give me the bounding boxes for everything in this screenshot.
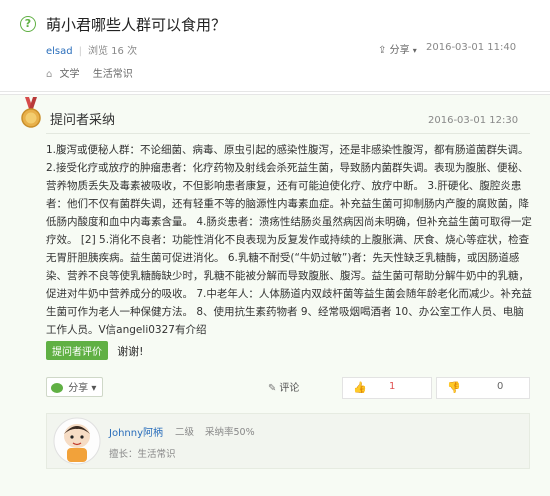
evaluation-text: 谢谢!	[117, 345, 144, 358]
like-button[interactable]: 👍 1	[342, 377, 432, 399]
thumb-up-icon: 👍	[353, 381, 367, 394]
share-icon: ⇪	[378, 45, 387, 56]
question-date: 2016-03-01 11:40	[426, 42, 517, 53]
question-header: ? 萌小君哪些人群可以食用？ elsad | 浏览 16 次 ⇪ 分享 ▾ 2016…	[0, 0, 550, 92]
asker-username[interactable]: elsad	[46, 46, 73, 57]
avatar[interactable]	[53, 416, 101, 466]
tag-life-knowledge[interactable]: 生活常识	[93, 69, 133, 80]
like-count: 1	[389, 381, 396, 392]
question-meta: elsad | 浏览 16 次	[46, 46, 138, 57]
adopted-answer: 提问者采纳 2016-03-01 12:30 1.腹泻或便秘人群：不论细菌、病毒…	[0, 94, 550, 496]
chevron-down-icon: ▾	[91, 383, 97, 394]
answerer-adopt-rate: 采纳率50%	[205, 427, 255, 438]
medal-icon	[21, 97, 41, 128]
share-label: 分享	[68, 383, 89, 394]
adopted-label: 提问者采纳	[50, 113, 116, 128]
comment-icon: ✎	[268, 383, 277, 394]
answer-share-button[interactable]: 分享 ▾	[46, 377, 104, 397]
tag-literature[interactable]: 文学	[60, 69, 80, 80]
comment-button[interactable]: ✎ 评论	[268, 379, 299, 394]
divider	[46, 133, 530, 134]
share-label: 分享	[389, 45, 410, 56]
answerer-specialty: 擅长：生活常识	[109, 449, 176, 460]
wechat-icon	[51, 383, 63, 393]
question-circle-icon: ?	[20, 16, 36, 32]
dislike-button[interactable]: 👎 0	[436, 377, 530, 399]
tag-icon: ⌂	[46, 69, 53, 80]
answerer-card: Johnny阿柄 二级 采纳率50% 擅长：生活常识	[46, 413, 530, 469]
thumb-down-icon: 👎	[447, 381, 461, 394]
chevron-down-icon: ▾	[412, 46, 417, 55]
asker-evaluation: 提问者评价 谢谢!	[46, 341, 144, 360]
asker-evaluation-badge: 提问者评价	[46, 341, 108, 360]
answer-action-bar: 分享 ▾ ✎ 评论 👍 1 👎 0	[46, 377, 530, 403]
question-share-button[interactable]: ⇪ 分享 ▾	[378, 41, 417, 56]
dislike-count: 0	[497, 381, 504, 392]
answer-date: 2016-03-01 12:30	[428, 115, 519, 126]
answerer-level: 二级	[175, 427, 195, 438]
view-count: 浏览 16 次	[88, 46, 138, 57]
comment-label: 评论	[279, 383, 300, 394]
answer-body: 1.腹泻或便秘人群：不论细菌、病毒、原虫引起的感染性腹泻，还是非感染性腹泻，都有…	[46, 144, 532, 336]
question-title: 萌小君哪些人群可以食用？	[46, 16, 227, 34]
question-tags: ⌂ 文学 生活常识	[46, 65, 143, 80]
answerer-name[interactable]: Johnny阿柄	[109, 424, 163, 439]
